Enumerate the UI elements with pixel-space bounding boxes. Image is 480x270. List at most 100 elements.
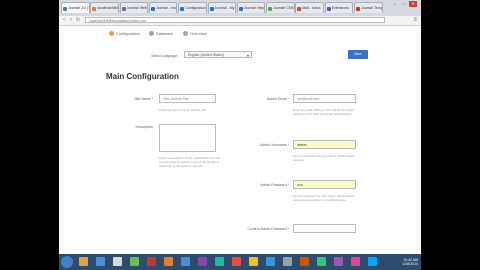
description-textarea[interactable] (159, 124, 216, 152)
browser-tab[interactable]: Joomla! - Installer (148, 2, 178, 13)
taskbar-app-icon[interactable] (249, 257, 258, 266)
chevron-down-icon: ▾ (246, 53, 249, 58)
tab-label: Joomla! CMS - Sprint (273, 6, 295, 10)
taskbar-app-icon[interactable] (181, 257, 190, 266)
page-title: Main Configuration (106, 72, 179, 81)
installer-panel: Configuration Database Overview Select L… (59, 26, 421, 254)
confirm-password-label: Confirm Admin Password * (247, 227, 289, 231)
tab-label: Configuration - Joomla (185, 6, 207, 10)
address-bar: ‹ › ↻ localhost/MMM/installation/index.p… (59, 16, 421, 26)
browser-tab[interactable]: Joomla! CMS - Sprint (266, 2, 295, 13)
tab-label: Joomla! 3.x (TEMPLATE) (68, 6, 89, 10)
taskbar-app-icon[interactable] (300, 257, 309, 266)
browser-tab[interactable]: Mail - Inbox (295, 2, 324, 13)
browser-tab[interactable]: Joomla! Templates - MV (354, 2, 383, 13)
step-configuration[interactable]: Configuration (109, 30, 140, 38)
tab-favicon-icon (356, 7, 360, 11)
browser-tab[interactable]: Joomla! Web Installer (119, 2, 149, 13)
page: Configuration Database Overview Select L… (59, 26, 421, 254)
clock-date: 1/18/2014 (402, 262, 418, 266)
tab-label: Joomla! Help - WWW (243, 6, 265, 10)
taskbar-app-icon[interactable] (266, 257, 275, 266)
browser-tab[interactable]: Configuration - Joomla (178, 2, 207, 13)
tab-label: Mail - Inbox (302, 6, 321, 10)
site-name-input[interactable]: Test Joomla Site (159, 94, 216, 103)
tab-label: Joomla! Templates - MV (361, 6, 383, 10)
language-label: Select Language (151, 54, 178, 58)
menu-icon[interactable]: ≡ (413, 17, 417, 23)
tab-favicon-icon (268, 7, 273, 11)
taskbar-app-icon[interactable] (96, 257, 105, 266)
tab-favicon-icon (150, 7, 155, 11)
admin-email-label: Admin Email * (267, 97, 289, 101)
taskbar-app-icon[interactable] (130, 257, 139, 266)
system-clock[interactable]: 10:42 AM 1/18/2014 (402, 258, 418, 266)
tab-label: Joomla! - Installer (155, 6, 177, 10)
confirm-password-input[interactable] (293, 224, 356, 233)
site-name-label: Site Name * (134, 97, 153, 101)
url-field[interactable]: localhost/MMM/installation/index.php (85, 17, 385, 23)
taskbar-app-icon[interactable] (164, 257, 173, 266)
taskbar-app-icon[interactable] (351, 257, 360, 266)
step-label: Configuration (116, 31, 140, 36)
screen: – □ ✕ Joomla! 3.x (TEMPLATE) localhost/MM… (59, 0, 421, 270)
forward-icon[interactable]: › (68, 17, 74, 23)
step-dot-icon (183, 31, 188, 37)
tab-favicon-icon (63, 7, 67, 11)
browser-tab[interactable]: localhost/MMM - installation (90, 2, 119, 13)
tab-favicon-icon (238, 7, 243, 11)
tab-label: localhost/MMM - installation (97, 6, 119, 10)
start-button[interactable] (61, 256, 73, 268)
tab-favicon-icon (92, 7, 97, 11)
browser-tab[interactable]: Joomla! 3.x (TEMPLATE) (61, 2, 90, 13)
taskbar-app-icon[interactable] (198, 257, 207, 266)
step-label: Overview (190, 31, 207, 36)
tab-favicon-icon (209, 7, 214, 11)
language-select[interactable]: English (United States) ▾ (184, 51, 252, 58)
taskbar-app-icon[interactable] (334, 257, 343, 266)
browser-tab-strip: – □ ✕ Joomla! 3.x (TEMPLATE) localhost/MM… (59, 0, 421, 17)
tab-label: Joomla! Web Installer (126, 6, 148, 10)
next-button[interactable]: Next (348, 50, 368, 59)
tab-label: Extensions (331, 6, 349, 10)
tab-favicon-icon (180, 7, 185, 11)
language-value: English (United States) (188, 53, 224, 57)
step-dot-icon (149, 31, 154, 37)
admin-email-input[interactable]: me@mail.com (293, 94, 356, 103)
browser-tab[interactable]: Joomla! Help - WWW (236, 2, 266, 13)
tab-favicon-icon (121, 7, 126, 11)
taskbar-app-icon[interactable] (215, 257, 224, 266)
reload-icon[interactable]: ↻ (75, 17, 81, 23)
taskbar-app-icon[interactable] (113, 257, 122, 266)
taskbar-app-icon[interactable] (147, 257, 156, 266)
step-overview[interactable]: Overview (183, 30, 207, 38)
taskbar-app-icon[interactable] (368, 257, 377, 266)
description-label: Description (135, 125, 153, 129)
admin-password-input[interactable]: ••••• (293, 180, 356, 189)
tab-favicon-icon (297, 7, 302, 11)
admin-username-label: Admin Username * (259, 143, 289, 147)
admin-email-help: Enter an email address. This will be the… (293, 108, 354, 117)
description-help: Enter a description of the overall Web s… (159, 156, 221, 169)
step-label: Database (156, 31, 174, 36)
maximize-button[interactable]: □ (400, 1, 408, 7)
admin-password-label: Admin Password * (260, 183, 289, 187)
taskbar-app-icon[interactable] (79, 257, 88, 266)
taskbar: 10:42 AM 1/18/2014 (59, 254, 421, 270)
site-name-help: Enter the name of your Joomla site. (159, 108, 207, 112)
admin-password-help: Set the password for your Super Administ… (293, 194, 355, 203)
back-icon[interactable]: ‹ (61, 17, 67, 23)
tab-label: Joomla! - My Joomla site (214, 6, 236, 10)
taskbar-app-icon[interactable] (232, 257, 241, 266)
browser-tab[interactable]: Extensions (324, 2, 354, 13)
taskbar-app-icon[interactable] (317, 257, 326, 266)
minimize-button[interactable]: – (391, 1, 399, 7)
step-database[interactable]: Database (149, 30, 173, 38)
admin-username-input[interactable]: admin (293, 140, 356, 149)
tab-favicon-icon (326, 7, 331, 11)
browser-tab[interactable]: Joomla! - My Joomla site (207, 2, 236, 13)
admin-username-help: Set the username for your Super Administ… (293, 154, 355, 163)
taskbar-app-icon[interactable] (283, 257, 292, 266)
close-button[interactable]: ✕ (409, 1, 417, 7)
step-dot-icon (109, 31, 114, 37)
